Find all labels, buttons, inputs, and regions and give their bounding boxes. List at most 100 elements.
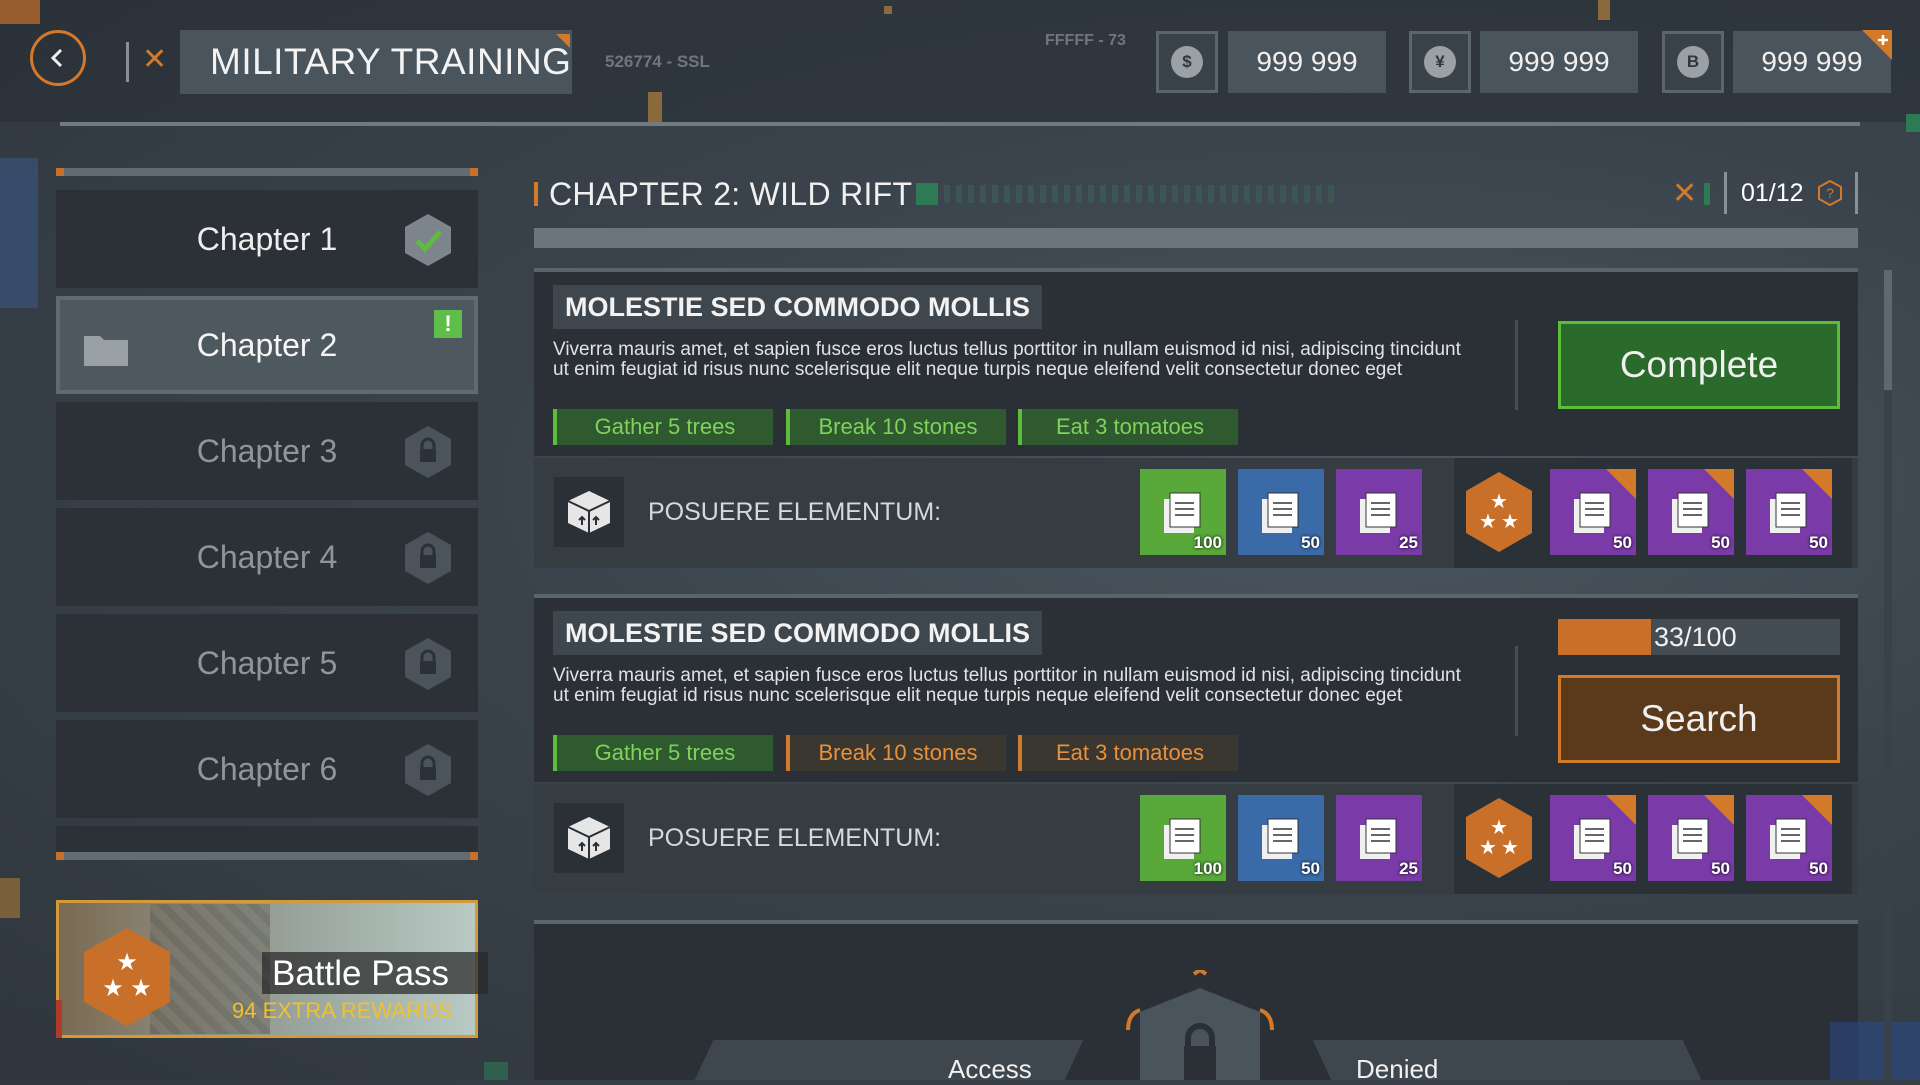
lock-icon	[1802, 469, 1832, 499]
chapter-label: Chapter 4	[196, 538, 338, 575]
sidebar-item-chapter-6[interactable]: Chapter 6	[56, 720, 478, 818]
premium-reward-item[interactable]: 50	[1746, 469, 1832, 555]
currency-value: 999 999	[1228, 31, 1386, 93]
quest-title: MOLESTIE SED COMMODO MOLLIS	[553, 285, 1042, 329]
scrollbar-thumb[interactable]	[1884, 270, 1892, 390]
close-chapter-icon[interactable]: ✕	[1672, 176, 1697, 211]
sidebar-bottom-rail	[56, 852, 478, 860]
close-icon[interactable]: ✕	[142, 45, 167, 75]
quest-title: MOLESTIE SED COMMODO MOLLIS	[553, 611, 1042, 655]
svg-text:★: ★	[102, 974, 124, 1002]
card-separator	[1515, 320, 1518, 410]
reward-item[interactable]: 50	[1238, 469, 1324, 555]
chapter-counter-text: 01/12	[1741, 178, 1804, 207]
reward-qty: 50	[1613, 859, 1632, 878]
reward-item[interactable]: 100	[1140, 469, 1226, 555]
task-tag: Gather 5 trees	[553, 735, 773, 771]
sidebar-item-chapter-5[interactable]: Chapter 5	[56, 614, 478, 712]
sidebar-top-rail	[56, 168, 478, 176]
glitch-decoration	[648, 92, 662, 122]
premium-reward-item[interactable]: 50	[1648, 469, 1734, 555]
sidebar-item-partial[interactable]	[56, 826, 478, 852]
premium-star-icon: ★ ★ ★	[1466, 798, 1532, 878]
chapter-progress-stripes	[916, 183, 1334, 205]
reward-qty: 50	[1711, 859, 1730, 878]
quest-description: Viverra mauris amet, et sapien fusce ero…	[553, 665, 1461, 706]
title-corner-accent	[556, 34, 570, 48]
premium-reward-item[interactable]: 50	[1648, 795, 1734, 881]
battle-pass-subtitle: 94 EXTRA REWARDS	[232, 998, 453, 1023]
reward-qty: 25	[1399, 859, 1418, 878]
task-tag: Break 10 stones	[786, 409, 1006, 445]
currency-symbol: ¥	[1424, 46, 1456, 78]
reward-qty: 50	[1613, 533, 1632, 552]
chapter-header-bar	[534, 228, 1858, 248]
chapter-title: CHAPTER 2: WILD RIFT	[549, 176, 913, 212]
lock-icon	[1606, 795, 1636, 825]
chapter-label: Chapter 5	[196, 644, 338, 681]
chapter-label: Chapter 3	[196, 432, 338, 469]
svg-text:★: ★	[116, 948, 138, 976]
document-icon	[1164, 492, 1201, 533]
reward-qty: 50	[1809, 533, 1828, 552]
complete-button[interactable]: Complete	[1558, 321, 1840, 409]
svg-text:★: ★	[1501, 835, 1519, 859]
card-separator	[1515, 646, 1518, 736]
document-icon	[1164, 818, 1201, 859]
dollar-icon: $	[1156, 31, 1218, 93]
chapter-label: Chapter 1	[196, 220, 338, 257]
header-divider	[60, 122, 1860, 126]
big-lock-icon	[1126, 970, 1274, 1080]
add-currency-button[interactable]	[1862, 30, 1892, 60]
scrollbar-track[interactable]	[1884, 270, 1892, 1080]
document-icon	[1360, 492, 1397, 533]
reward-box-icon	[554, 477, 624, 547]
reward-qty: 100	[1193, 859, 1222, 878]
lock-icon	[405, 532, 451, 584]
chapter-counter: 01/12 ?	[1724, 172, 1858, 214]
svg-text:★: ★	[1479, 509, 1497, 533]
box-icon	[567, 491, 611, 533]
glitch-decoration	[884, 6, 892, 14]
rail-dot	[56, 168, 64, 176]
progress-end-marker	[1704, 183, 1710, 205]
currency-value: 999 999	[1480, 31, 1638, 93]
chapter-title-accent	[534, 182, 538, 206]
task-tag: Eat 3 tomatoes	[1018, 735, 1238, 771]
build-code: 526774 - SSL	[605, 52, 710, 71]
chapter-label: Chapter 2	[196, 326, 338, 363]
glitch-decoration	[1906, 114, 1920, 132]
page-title: MILITARY TRAINING	[180, 30, 572, 94]
svg-text:?: ?	[1826, 185, 1834, 201]
sidebar-item-chapter-1[interactable]: Chapter 1	[56, 190, 478, 288]
reward-item[interactable]: 50	[1238, 795, 1324, 881]
rail-dot	[56, 852, 64, 860]
search-button[interactable]: Search	[1558, 675, 1840, 763]
back-button[interactable]	[30, 30, 86, 86]
glitch-decoration	[1598, 0, 1610, 20]
svg-text:★: ★	[1479, 835, 1497, 859]
reward-item[interactable]: 25	[1336, 469, 1422, 555]
currency-symbol: B	[1677, 46, 1709, 78]
lock-icon	[405, 426, 451, 478]
premium-reward-item[interactable]: 50	[1550, 469, 1636, 555]
premium-reward-item[interactable]: 50	[1746, 795, 1832, 881]
box-icon	[567, 817, 611, 859]
access-label: Access	[948, 1054, 1032, 1084]
premium-reward-item[interactable]: 50	[1550, 795, 1636, 881]
help-icon[interactable]: ?	[1817, 180, 1843, 206]
reward-qty: 100	[1193, 533, 1222, 552]
sidebar-item-chapter-4[interactable]: Chapter 4	[56, 508, 478, 606]
lock-icon	[1802, 795, 1832, 825]
premium-star-icon: ★ ★ ★	[1466, 472, 1532, 552]
lock-icon	[405, 744, 451, 796]
reward-item[interactable]: 25	[1336, 795, 1422, 881]
sidebar-item-chapter-2[interactable]: Chapter 2 !	[56, 296, 478, 394]
document-icon	[1262, 492, 1299, 533]
yen-icon: ¥	[1409, 31, 1471, 93]
chevron-left-icon	[50, 48, 63, 68]
svg-text:★: ★	[130, 974, 152, 1002]
reward-item[interactable]: 100	[1140, 795, 1226, 881]
quest-progress-fill	[1558, 619, 1651, 655]
sidebar-item-chapter-3[interactable]: Chapter 3	[56, 402, 478, 500]
